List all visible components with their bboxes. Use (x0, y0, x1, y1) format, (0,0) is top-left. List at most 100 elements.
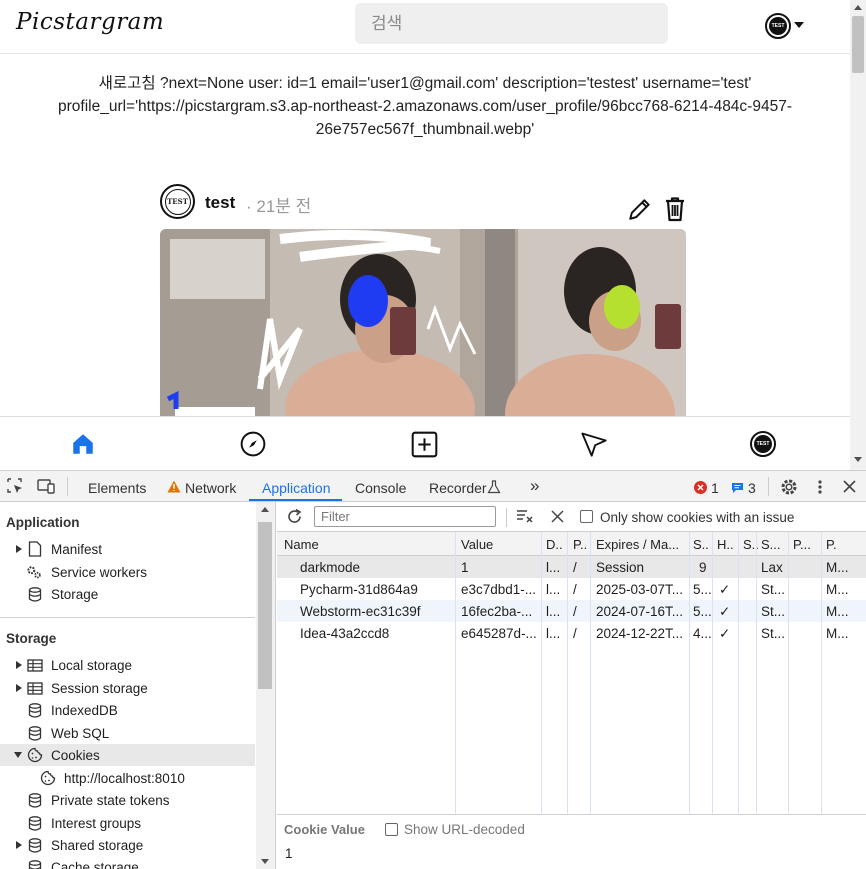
column-divider[interactable] (455, 532, 456, 815)
sidebar-item-web-sql[interactable]: Web SQL (0, 722, 255, 744)
column-header-priority[interactable]: P. (826, 537, 856, 552)
tab-recorder[interactable]: Recorder (429, 480, 487, 496)
plus-square-icon[interactable] (410, 430, 438, 458)
error-icon[interactable] (694, 481, 707, 494)
column-divider[interactable] (590, 532, 591, 815)
sidebar-item-interest-groups[interactable]: Interest groups (0, 812, 255, 834)
column-header-value[interactable]: Value (461, 537, 541, 552)
search-input[interactable] (355, 3, 668, 44)
column-header-samesite[interactable]: S... (761, 537, 785, 552)
more-tabs-button[interactable]: » (530, 476, 539, 496)
tab-console[interactable]: Console (355, 480, 406, 496)
only-issues-label: Only show cookies with an issue (600, 510, 795, 525)
sidebar-item-session-storage[interactable]: Session storage (0, 677, 255, 699)
app-logo[interactable]: Picstargram (16, 9, 164, 35)
avatar-icon[interactable]: TEST (750, 431, 776, 457)
gears-icon (26, 564, 42, 580)
cookie-filter-input[interactable] (314, 506, 496, 527)
profile-avatar[interactable]: TEST (765, 13, 791, 39)
close-icon[interactable] (843, 480, 856, 493)
column-header-partition[interactable]: P... (793, 537, 817, 552)
sidebar-item-service-workers[interactable]: Service workers (0, 561, 255, 583)
scrollbar-thumb[interactable] (258, 522, 272, 689)
scroll-up-arrow-icon[interactable] (261, 507, 269, 512)
paper-plane-icon[interactable] (580, 430, 608, 458)
column-divider[interactable] (788, 532, 789, 815)
scroll-down-arrow-icon[interactable] (261, 859, 269, 864)
pencil-icon[interactable] (627, 196, 653, 222)
cookie-httponly: ✓ (719, 582, 731, 597)
cookie-domain: l... (546, 582, 561, 597)
kebab-menu-icon[interactable] (817, 479, 823, 495)
sidebar-item-manifest[interactable]: Manifest (0, 538, 255, 560)
cookie-samesite: St... (761, 604, 786, 619)
message-count[interactable]: 3 (748, 480, 756, 496)
sidebar-item-shared-storage[interactable]: Shared storage (0, 834, 255, 856)
column-divider[interactable] (756, 532, 757, 815)
column-header-httponly[interactable]: H.. (717, 537, 735, 552)
table-row[interactable]: Pycharm-31d864a9 e3c7dbd1-... l... / 202… (277, 578, 866, 600)
column-header-name[interactable]: Name (284, 537, 454, 552)
sidebar-item-cookies[interactable]: Cookies (0, 744, 255, 766)
tab-application[interactable]: Application (262, 480, 331, 496)
column-divider[interactable] (689, 532, 690, 815)
home-icon[interactable] (69, 430, 97, 458)
device-toolbar-icon[interactable] (37, 478, 56, 495)
sidebar-item-label: IndexedDB (51, 702, 118, 718)
database-icon (27, 792, 43, 808)
clear-filtered-icon[interactable] (516, 509, 534, 524)
post-username[interactable]: test (205, 193, 235, 213)
cookie-domain: l... (546, 604, 561, 619)
table-row[interactable]: Idea-43a2ccd8 e645287d-... l... / 2024-1… (277, 622, 866, 644)
column-divider[interactable] (821, 532, 822, 815)
error-count[interactable]: 1 (711, 480, 719, 496)
sidebar-item-label: Cache storage (51, 859, 139, 869)
sidebar-item-label: Interest groups (51, 815, 142, 831)
message-icon[interactable] (731, 482, 744, 494)
expand-arrow-icon[interactable] (16, 841, 22, 849)
column-divider[interactable] (541, 532, 542, 815)
column-divider[interactable] (738, 532, 739, 815)
column-divider[interactable] (567, 532, 568, 815)
table-row[interactable]: darkmode 1 l... / Session 9 Lax M... (277, 556, 866, 578)
show-url-decoded-checkbox[interactable] (385, 823, 398, 836)
post-image[interactable] (160, 229, 686, 419)
tab-elements[interactable]: Elements (88, 480, 146, 496)
sidebar-item-storage-overview[interactable]: Storage (0, 583, 255, 605)
page-scrollbar[interactable] (850, 0, 866, 470)
cookie-expires: 2024-12-22T... (596, 626, 684, 641)
cookie-value: e645287d-... (461, 626, 537, 641)
scroll-down-arrow-icon[interactable] (854, 457, 862, 462)
sidebar-scrollbar[interactable] (256, 502, 275, 869)
gear-icon[interactable] (780, 478, 798, 496)
compass-icon[interactable] (239, 430, 267, 458)
sidebar-item-label: Service workers (51, 564, 148, 580)
column-divider[interactable] (712, 532, 713, 815)
sidebar-item-cookie-origin[interactable]: http://localhost:8010 (0, 767, 255, 789)
sidebar-item-cache-storage[interactable]: Cache storage (0, 856, 255, 869)
table-row[interactable]: Webstorm-ec31c39f 16fec2ba-... l... / 20… (277, 600, 866, 622)
cookie-size: 5... (693, 582, 711, 597)
sidebar-item-indexeddb[interactable]: IndexedDB (0, 699, 255, 721)
refresh-icon[interactable] (286, 508, 303, 525)
scroll-up-arrow-icon[interactable] (854, 5, 862, 10)
column-header-expires[interactable]: Expires / Ma... (596, 537, 688, 552)
devtools-tabbar: Elements Network Application Console Rec… (0, 471, 866, 502)
tab-network[interactable]: Network (185, 480, 236, 496)
sidebar-item-private-state-tokens[interactable]: Private state tokens (0, 789, 255, 811)
column-header-domain[interactable]: D.. (546, 537, 568, 552)
post-author-avatar[interactable]: TEST (160, 184, 195, 219)
delete-selected-icon[interactable] (551, 510, 564, 523)
only-issues-checkbox[interactable] (580, 510, 593, 523)
trash-icon[interactable] (663, 196, 687, 222)
scrollbar-thumb[interactable] (852, 16, 864, 73)
expand-arrow-icon[interactable] (16, 684, 22, 692)
sidebar-item-local-storage[interactable]: Local storage (0, 654, 255, 676)
collapse-arrow-icon[interactable] (14, 752, 22, 758)
cookie-domain: l... (546, 560, 561, 575)
expand-arrow-icon[interactable] (16, 661, 22, 669)
inspect-element-icon[interactable] (7, 478, 24, 495)
column-header-size[interactable]: S.. (693, 537, 711, 552)
chevron-down-icon[interactable] (794, 22, 804, 28)
expand-arrow-icon[interactable] (16, 545, 22, 553)
